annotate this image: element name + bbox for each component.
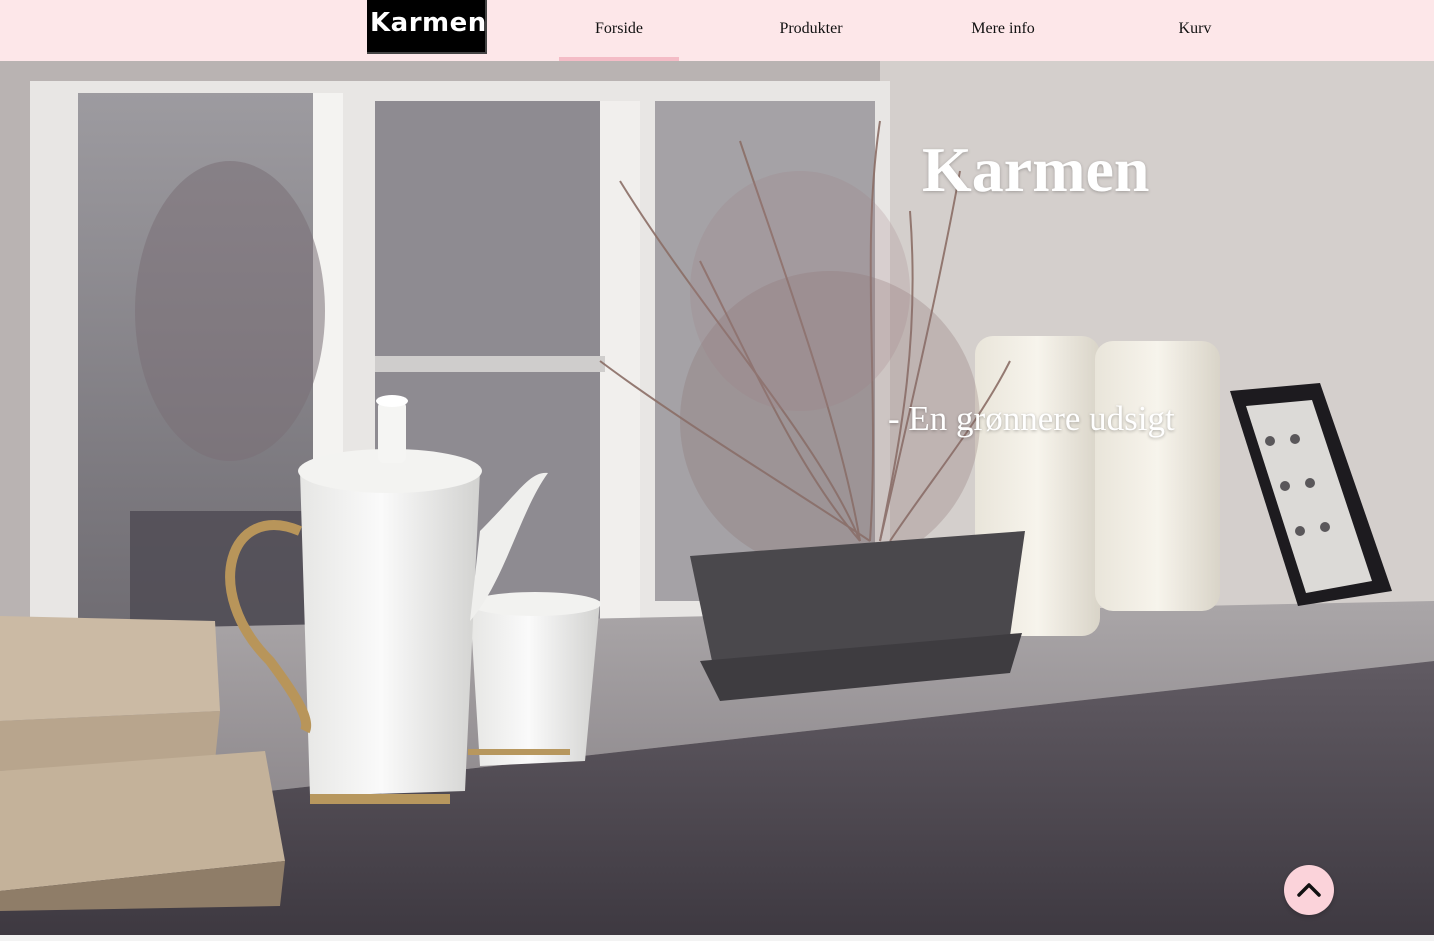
hero-title: Karmen — [922, 134, 1150, 205]
navbar: Karmen Forside Produkter Mere info Kurv — [0, 0, 1434, 61]
hero-section: Karmen - En grønnere udsigt — [0, 61, 1434, 935]
chevron-up-icon — [1297, 883, 1321, 897]
hero-background-image — [0, 61, 1434, 935]
nav-item-produkter[interactable]: Produkter — [751, 0, 871, 61]
page-bottom-strip — [0, 935, 1434, 941]
brand-logo[interactable]: Karmen — [367, 0, 487, 54]
nav-item-mere-info[interactable]: Mere info — [943, 0, 1063, 61]
hero-subtitle: - En grønnere udsigt — [888, 399, 1175, 438]
scroll-to-top-button[interactable] — [1284, 865, 1334, 915]
nav-item-forside[interactable]: Forside — [559, 0, 679, 61]
nav-item-kurv[interactable]: Kurv — [1135, 0, 1255, 61]
